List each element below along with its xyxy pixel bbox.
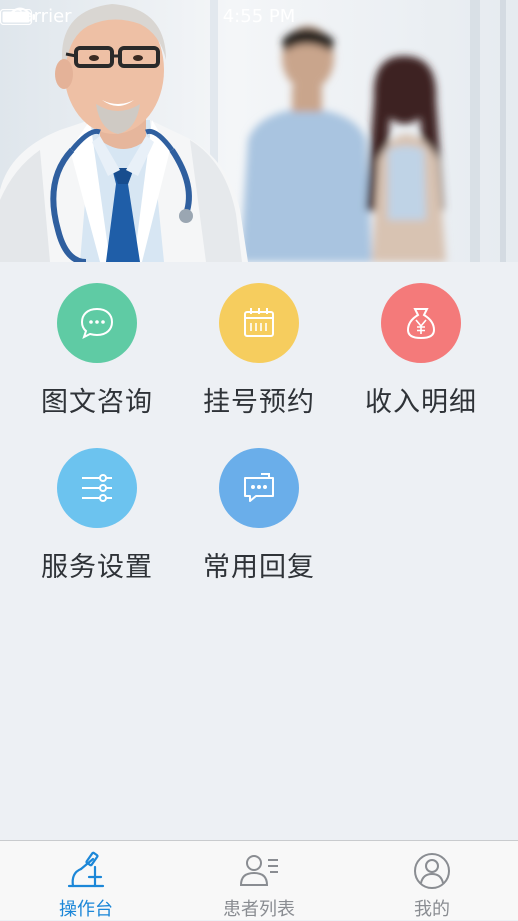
income-icon-circle	[381, 283, 461, 363]
tab-bar: 操作台 患者列表 我的	[0, 840, 518, 920]
service-settings-icon-circle	[57, 448, 137, 528]
action-label: 收入明细	[365, 387, 477, 418]
action-label: 常用回复	[203, 552, 315, 583]
microscope-icon	[67, 851, 105, 888]
consultation-icon-circle	[57, 283, 137, 363]
tab-label: 操作台	[59, 899, 113, 920]
quick-replies-icon-circle	[219, 448, 299, 528]
tab-profile[interactable]: 我的	[346, 841, 518, 921]
chat-bubble-icon	[80, 307, 114, 339]
tab-patient-list[interactable]: 患者列表	[173, 841, 345, 921]
action-service-settings[interactable]: 服务设置	[16, 427, 178, 583]
status-bar: Carrier 4:55 PM	[0, 0, 518, 34]
action-label: 图文咨询	[41, 387, 153, 418]
money-bag-icon	[406, 308, 436, 340]
tab-label: 我的	[414, 899, 450, 920]
appointment-icon-circle	[219, 283, 299, 363]
action-label: 挂号预约	[203, 387, 315, 418]
hero-banner: Carrier 4:55 PM	[0, 0, 518, 262]
battery-icon	[0, 9, 35, 25]
action-appointment[interactable]: 挂号预约	[178, 262, 340, 418]
quick-reply-icon	[244, 473, 274, 502]
action-income[interactable]: 收入明细	[340, 262, 502, 418]
action-quick-replies[interactable]: 常用回复	[178, 427, 340, 583]
calendar-icon	[244, 308, 274, 337]
patient-list-icon	[239, 855, 278, 886]
profile-icon	[414, 853, 450, 889]
tab-workbench[interactable]: 操作台	[0, 841, 172, 921]
action-label: 服务设置	[41, 552, 153, 583]
tab-label: 患者列表	[223, 899, 295, 920]
status-time: 4:55 PM	[222, 6, 296, 27]
action-consultation[interactable]: 图文咨询	[16, 262, 178, 418]
doctor-banner-image	[0, 0, 518, 262]
settings-list-icon	[82, 474, 112, 502]
